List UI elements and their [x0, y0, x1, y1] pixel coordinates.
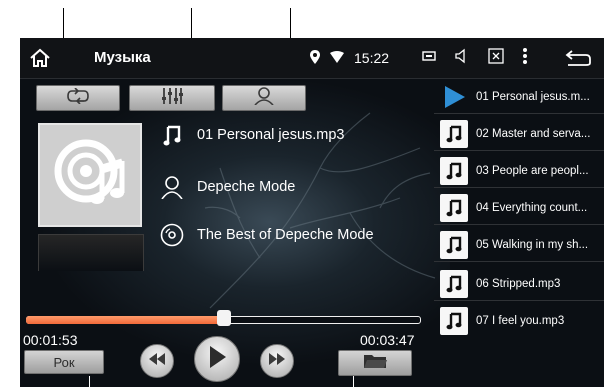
playlist: 01 Personal jesus.m... 02 Master and ser… — [434, 78, 604, 387]
wifi-icon — [330, 50, 344, 66]
playlist-item[interactable]: 01 Personal jesus.m... — [434, 80, 604, 114]
repeat-button[interactable] — [36, 85, 120, 111]
album-art-reflection — [38, 234, 144, 271]
clock-time: 15:22 — [354, 50, 390, 66]
next-button[interactable] — [260, 344, 294, 378]
music-note-icon — [440, 156, 468, 185]
album-row: The Best of Depeche Mode — [160, 223, 374, 247]
equalizer-button[interactable] — [129, 85, 215, 111]
person-icon — [254, 86, 274, 110]
playlist-item-label: 02 Master and serva... — [476, 127, 591, 140]
playlist-item-label: 03 People are peopl... — [476, 164, 589, 177]
playlist-item[interactable]: 03 People are peopl... — [434, 154, 604, 188]
fast-forward-icon — [269, 352, 285, 370]
equalizer-icon — [161, 87, 183, 109]
progress-slider[interactable] — [26, 310, 421, 326]
previous-button[interactable] — [140, 344, 174, 378]
progress-fill — [26, 316, 224, 324]
music-note-icon — [440, 119, 468, 148]
playlist-item-label: 07 I feel you.mp3 — [476, 315, 565, 327]
playlist-item-label: 01 Personal jesus.m... — [476, 90, 590, 103]
artist-row: Depeche Mode — [160, 175, 295, 199]
artist-name: Depeche Mode — [197, 179, 296, 195]
rewind-icon — [149, 352, 165, 370]
location-icon — [310, 49, 320, 67]
playlist-item[interactable]: 05 Walking in my sh... — [434, 228, 604, 262]
progress-knob[interactable] — [216, 310, 231, 326]
more-menu-icon[interactable] — [522, 47, 528, 70]
screen-off-icon[interactable] — [422, 49, 436, 67]
play-icon — [208, 345, 226, 373]
status-area: 15:22 — [310, 46, 389, 70]
track-title: 01 Personal jesus.mp3 — [197, 127, 345, 143]
track-title-row: 01 Personal jesus.mp3 — [160, 123, 345, 147]
playlist-item-label: 05 Walking in my sh... — [476, 238, 589, 251]
playlist-item[interactable]: 02 Master and serva... — [434, 117, 604, 151]
music-note-icon — [160, 123, 184, 147]
now-playing-icon — [440, 83, 468, 111]
artist-icon — [160, 175, 184, 199]
playlist-item-label: 06 Stripped.mp3 — [476, 277, 561, 290]
callout-line-genre — [89, 376, 90, 387]
album-disc-music-icon — [50, 133, 130, 218]
genre-button[interactable]: Рок — [24, 350, 104, 374]
music-player-screen: Музыка 15:22 01 Personal jesus.mp3 Depec… — [20, 38, 604, 387]
music-note-icon — [440, 307, 468, 335]
music-note-icon — [440, 230, 468, 259]
app-title: Музыка — [94, 49, 151, 66]
album-name: The Best of Depeche Mode — [197, 227, 374, 243]
home-icon[interactable] — [28, 46, 52, 70]
music-note-icon — [440, 193, 468, 222]
elapsed-time: 00:01:53 — [23, 332, 78, 348]
playlist-item[interactable]: 07 I feel you.mp3 — [434, 304, 604, 338]
callout-line-folder — [353, 376, 354, 387]
disc-icon — [160, 223, 184, 247]
close-window-icon[interactable] — [488, 47, 504, 69]
volume-icon[interactable] — [454, 48, 470, 69]
play-button[interactable] — [194, 336, 240, 382]
playlist-item-label: 04 Everything count... — [476, 201, 588, 214]
artist-view-button[interactable] — [222, 85, 306, 111]
total-time: 00:03:47 — [360, 332, 415, 348]
album-art — [38, 123, 142, 227]
folder-icon — [363, 353, 387, 374]
playlist-item[interactable]: 06 Stripped.mp3 — [434, 267, 604, 301]
repeat-icon — [65, 86, 91, 109]
top-bar: Музыка 15:22 — [20, 38, 604, 79]
system-icons — [422, 46, 528, 70]
back-icon[interactable] — [564, 48, 592, 68]
folder-button[interactable] — [338, 350, 412, 376]
playlist-item[interactable]: 04 Everything count... — [434, 191, 604, 225]
music-note-icon — [440, 269, 468, 298]
